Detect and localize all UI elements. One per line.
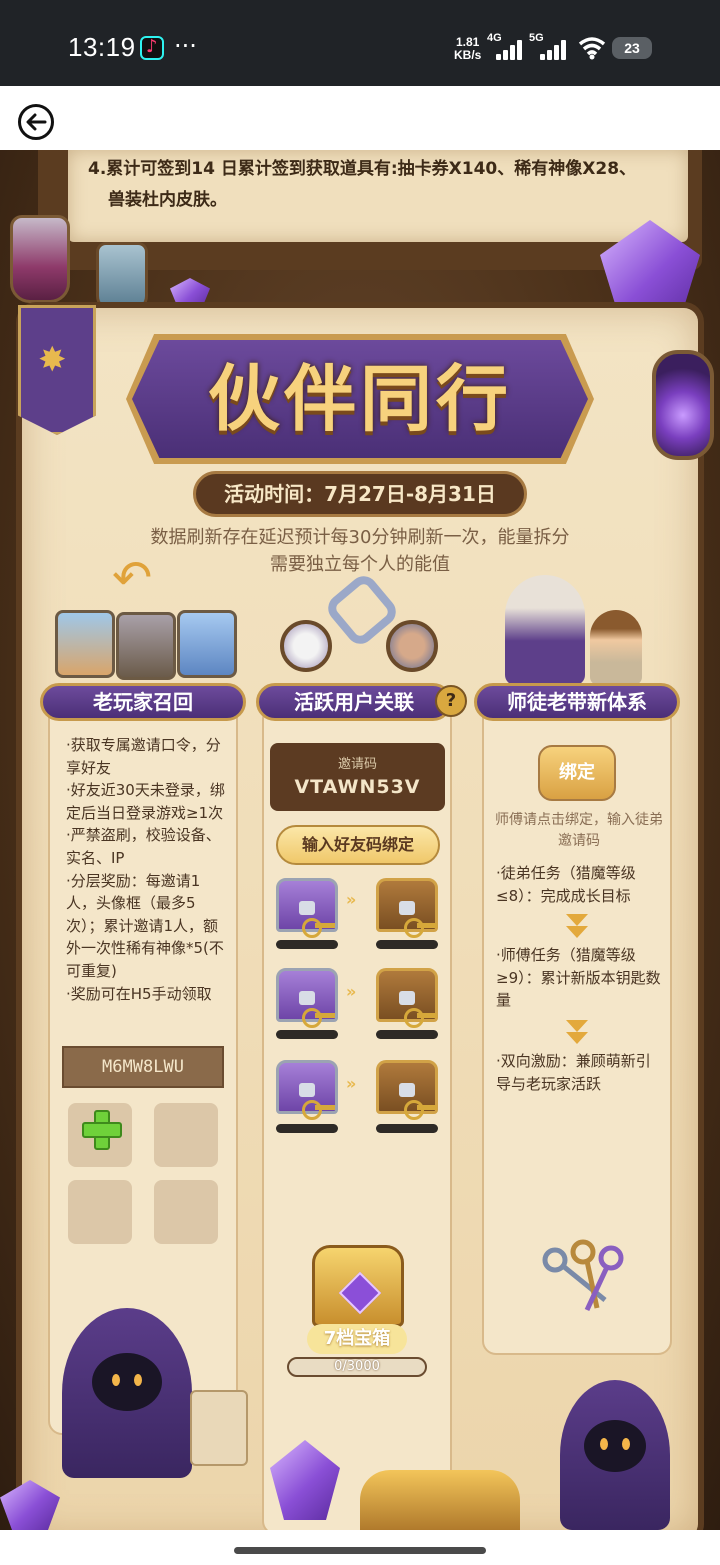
- arrow-left-icon: [26, 113, 47, 131]
- master-task: ·师傅任务（猎魔等级≥9）：累计新版本钥匙数量: [496, 946, 661, 1010]
- key-icon: [404, 1008, 438, 1028]
- reward-bar: [376, 1030, 438, 1039]
- hero-portrait-icon: [386, 620, 438, 672]
- potion-bottle-icon: [10, 215, 70, 303]
- recall-header: 老玩家召回: [40, 683, 246, 721]
- apprentice-task: ·徒弟任务（猎魔等级≤8）：完成成长目标: [496, 864, 636, 905]
- network-speed-unit: KB/s: [454, 48, 482, 62]
- rules-text: 4.累计可签到14 日累计签到获取道具有:抽卡券X140、稀有神像X28、 兽装…: [88, 154, 668, 216]
- keys-icon: [542, 1239, 624, 1312]
- activity-time: 活动时间：7月27日-8月31日: [193, 471, 527, 517]
- down-chevron-icon: [566, 1020, 588, 1046]
- more-notifications-icon: ···: [174, 32, 197, 60]
- chest-tier-label: 7档宝箱: [307, 1324, 407, 1354]
- wifi-icon: [578, 37, 606, 60]
- mentor-header: 师徒老带新体系: [474, 683, 680, 721]
- recall-rule: ·获取专属邀请口令，分享好友: [66, 736, 221, 777]
- reward-bar: [276, 1124, 338, 1133]
- double-arrow-icon: »: [346, 982, 357, 1001]
- hooded-mascot-left: [62, 1308, 192, 1478]
- bind-hint: 师傅请点击绑定，输入徒弟邀请码: [495, 812, 663, 849]
- recall-rule: ·好友近30天未登录，绑定后当日登录游戏≥1次: [66, 781, 225, 822]
- refresh-notice: 数据刷新存在延迟预计每30分钟刷新一次，能量拆分需要独立每个人的能值: [150, 527, 570, 575]
- invite-code-box[interactable]: 邀请码 VTAWN53V: [270, 743, 445, 811]
- signal-strength-icon: [540, 40, 568, 60]
- reward-bar: [376, 940, 438, 949]
- invite-code-value: VTAWN53V: [294, 776, 421, 798]
- down-chevron-icon: [566, 914, 588, 940]
- home-indicator: [0, 1530, 720, 1565]
- dragon-avatar-card: [177, 610, 237, 678]
- reward-bar: [276, 1030, 338, 1039]
- page-title: 伙伴同行: [207, 356, 512, 441]
- potion-bottle-icon: [96, 242, 148, 312]
- bind-button[interactable]: 绑定: [538, 745, 616, 801]
- invite-code-label: 邀请码: [337, 757, 377, 772]
- link-header: 活跃用户关联: [256, 683, 452, 721]
- rules-line-2: 兽装杜内皮肤。: [108, 190, 227, 210]
- friend-slot[interactable]: [154, 1103, 218, 1167]
- nav-bar: [0, 86, 720, 150]
- progress-text: 0/3000: [334, 1359, 380, 1374]
- recall-rules: ·获取专属邀请口令，分享好友 ·好友近30天未登录，绑定后当日登录游戏≥1次 ·…: [66, 734, 228, 1005]
- key-icon: [404, 918, 438, 938]
- back-button[interactable]: [18, 104, 54, 140]
- double-arrow-icon: »: [346, 890, 357, 909]
- return-arrow-icon: ↶: [112, 550, 153, 606]
- plus-icon: [82, 1110, 122, 1150]
- bind-friend-code-button[interactable]: 输入好友码绑定: [276, 825, 440, 865]
- status-bar: 13:19 ··· 1.81 KB/s 4G 5G 23: [0, 0, 720, 86]
- dog-avatar-card: [55, 610, 115, 678]
- network-speed: 1.81 KB/s: [454, 36, 481, 62]
- hooded-mascot-right: [560, 1380, 670, 1530]
- friend-slot[interactable]: [68, 1180, 132, 1244]
- friend-slot[interactable]: [154, 1180, 218, 1244]
- recall-rule: ·严禁盗刷，校验设备、实名、IP: [66, 826, 221, 867]
- cat-portrait-icon: [280, 620, 332, 672]
- lantern-icon: [652, 350, 714, 460]
- incentive-text: ·双向激励：兼顾萌新引导与老玩家活跃: [496, 1052, 651, 1093]
- recall-rule: ·分层奖励：每邀请1人，头像框（最多5次）；累计邀请1人，额外一次性稀有神像*5…: [66, 871, 224, 980]
- rules-line-1: 4.累计可签到14 日累计签到获取道具有:抽卡券X140、稀有神像X28、: [88, 159, 637, 179]
- status-time: 13:19: [68, 32, 136, 62]
- battery-indicator: 23: [612, 37, 652, 59]
- scroll-icon: [190, 1390, 248, 1466]
- key-icon: [404, 1100, 438, 1120]
- key-icon: [302, 1008, 336, 1028]
- treasure-chest-icon[interactable]: [312, 1245, 404, 1327]
- reward-bar: [276, 940, 338, 949]
- monkey-avatar-card: [116, 612, 176, 680]
- reward-bar: [376, 1124, 438, 1133]
- home-bar[interactable]: [234, 1547, 486, 1554]
- apprentice-character: [590, 610, 642, 685]
- master-character: [505, 575, 585, 685]
- recall-invite-code[interactable]: M6MW8LWU: [62, 1046, 224, 1088]
- crystal-icon: [170, 278, 210, 308]
- signal-strength-icon: [496, 40, 524, 60]
- double-arrow-icon: »: [346, 1074, 357, 1093]
- key-icon: [302, 918, 336, 938]
- recall-rule: ·奖励可在H5手动领取: [66, 984, 212, 1003]
- key-icon: [302, 1100, 336, 1120]
- tiktok-notification-icon: [140, 36, 164, 60]
- activity-page: 4.累计可签到14 日累计签到获取道具有:抽卡券X140、稀有神像X28、 兽装…: [0, 150, 720, 1530]
- help-icon[interactable]: ?: [435, 685, 467, 717]
- paw-emblem-icon: ✸: [38, 340, 67, 380]
- treasure-pile: [360, 1470, 520, 1530]
